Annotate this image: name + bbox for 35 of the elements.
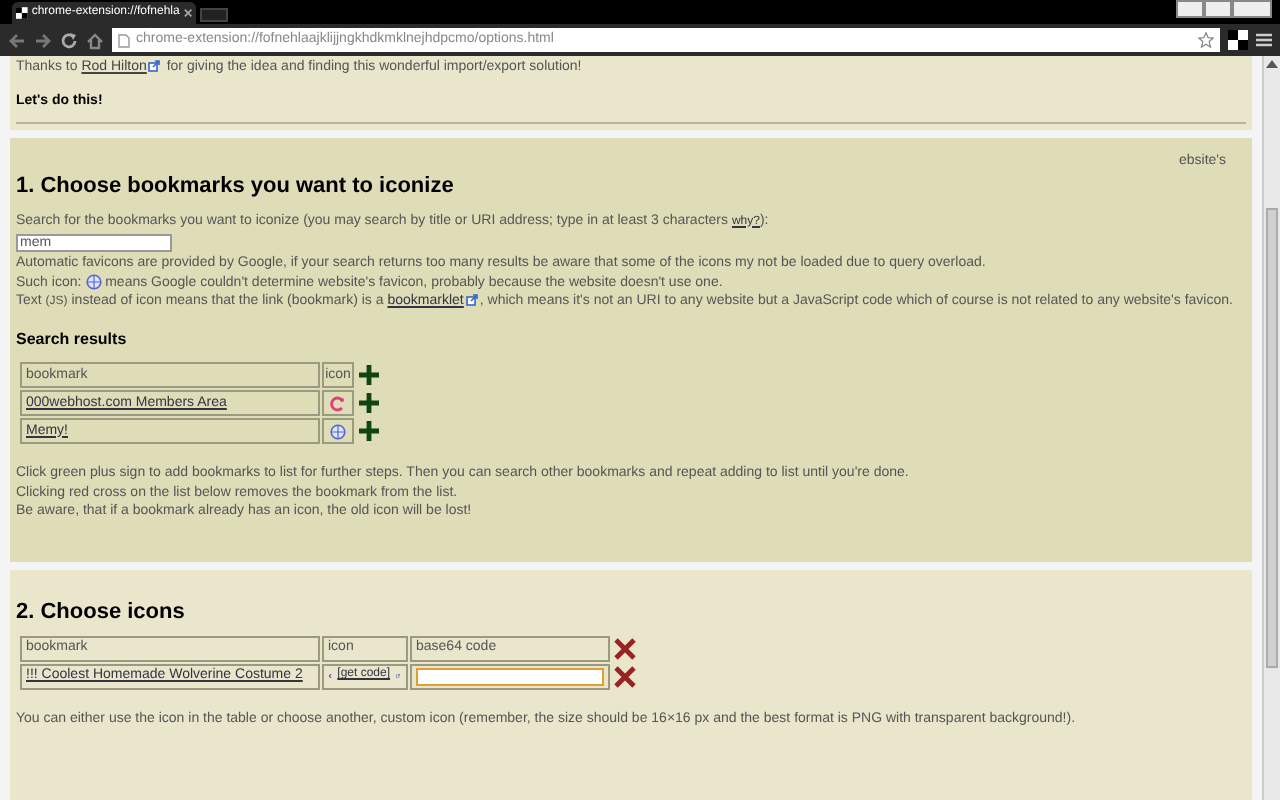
external-link-icon xyxy=(465,294,478,307)
page-icon xyxy=(118,33,130,47)
scrollbar-thumb[interactable] xyxy=(1266,208,1278,668)
remove-button[interactable] xyxy=(612,635,638,661)
globe-icon xyxy=(85,273,102,290)
tab-close-icon[interactable] xyxy=(183,8,192,18)
plus-icon xyxy=(358,364,380,386)
external-link-icon xyxy=(148,60,161,73)
cross-icon xyxy=(614,637,636,659)
menu-icon[interactable] xyxy=(1256,32,1272,48)
home-icon[interactable] xyxy=(86,31,104,49)
swirl-favicon-icon xyxy=(330,395,346,411)
plus-icon xyxy=(358,392,380,414)
globe-icon xyxy=(330,423,346,439)
scrollbar[interactable] xyxy=(1262,56,1280,800)
add-button[interactable] xyxy=(356,362,382,388)
code-field[interactable] xyxy=(416,667,604,685)
back-arrow-icon[interactable] xyxy=(8,31,26,49)
plus-icon xyxy=(358,420,380,442)
close-window-button[interactable] xyxy=(1232,0,1272,18)
extension-icon[interactable] xyxy=(1228,30,1248,50)
remove-button[interactable] xyxy=(612,663,638,689)
cross-icon xyxy=(614,665,636,687)
add-button[interactable] xyxy=(356,418,382,444)
scroll-up-arrow-icon[interactable] xyxy=(1266,60,1278,68)
forward-arrow-icon[interactable] xyxy=(34,31,52,49)
section-heading: 2. Choose icons xyxy=(16,597,187,625)
minimize-button[interactable] xyxy=(1176,0,1204,18)
star-icon[interactable] xyxy=(1198,32,1214,48)
maximize-button[interactable] xyxy=(1204,0,1232,18)
reload-icon[interactable] xyxy=(60,31,78,49)
section-heading: 1. Choose bookmarks you want to iconize xyxy=(16,171,456,199)
add-button[interactable] xyxy=(356,390,382,416)
checker-icon xyxy=(16,6,28,20)
results-heading: Search results xyxy=(16,329,129,348)
